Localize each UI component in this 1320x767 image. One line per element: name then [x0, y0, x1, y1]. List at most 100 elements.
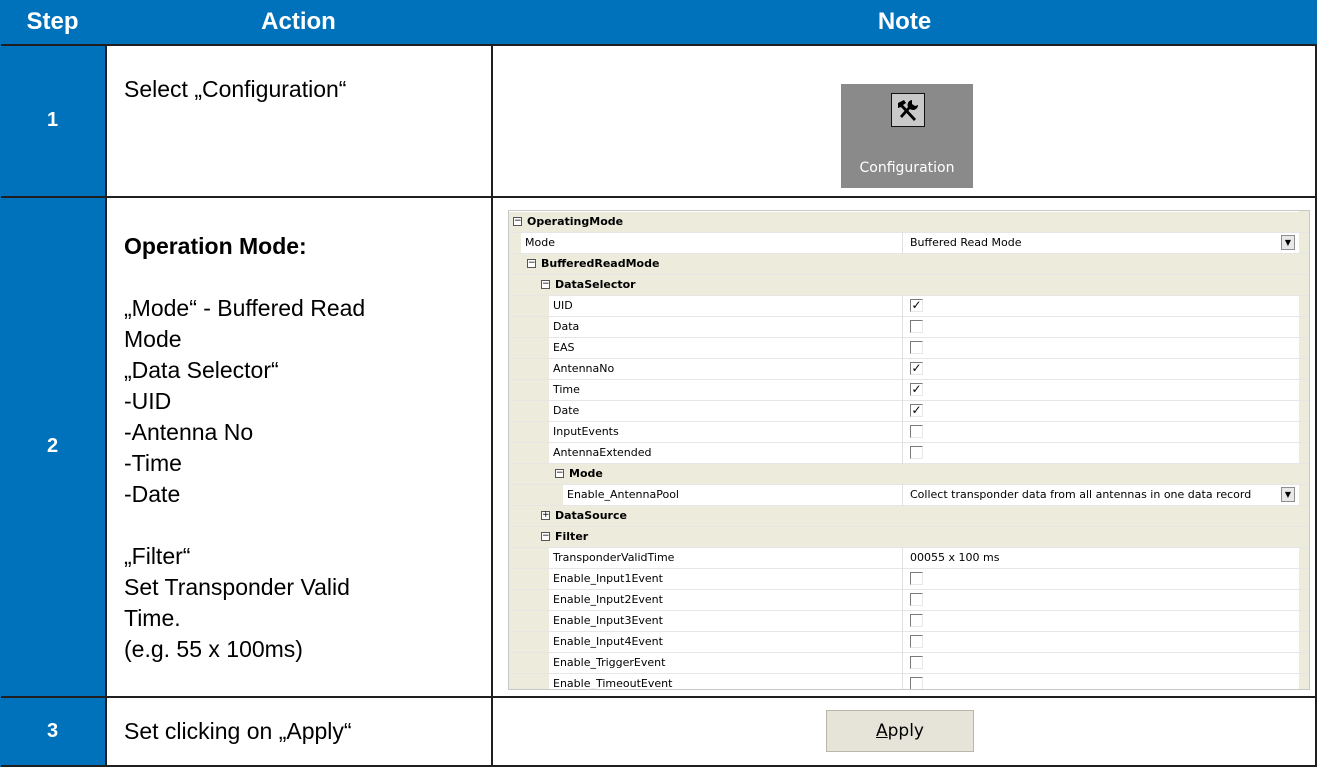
dropdown-arrow-icon[interactable]: ▼	[1281, 235, 1295, 250]
header-action-label: Action	[261, 8, 336, 35]
divider	[0, 44, 1, 767]
property-row[interactable]: AntennaExtended	[509, 443, 1309, 464]
property-category-row[interactable]: − BufferedReadMode	[509, 254, 1309, 275]
step-number-label: 1	[46, 108, 59, 131]
dropdown-arrow-icon[interactable]: ▼	[1281, 487, 1295, 502]
property-name: Date	[553, 404, 580, 417]
checkbox-checked[interactable]: ✓	[910, 299, 923, 312]
property-row[interactable]: Data	[509, 317, 1309, 338]
collapse-icon[interactable]: −	[555, 469, 564, 478]
property-category-row[interactable]: − Filter	[509, 527, 1309, 548]
checkbox-unchecked[interactable]	[910, 572, 923, 585]
column-separator	[902, 611, 903, 632]
property-row[interactable]: Enable_Input1Event	[509, 569, 1309, 590]
property-name: DataSource	[555, 509, 627, 522]
collapse-icon[interactable]: −	[513, 217, 522, 226]
action-text: Set clicking on „Apply“	[124, 718, 352, 744]
collapse-icon[interactable]: −	[541, 532, 550, 541]
property-category-row[interactable]: − OperatingMode	[509, 212, 1309, 233]
checkbox-checked[interactable]: ✓	[910, 362, 923, 375]
property-row-margin	[509, 233, 521, 253]
checkbox-unchecked[interactable]	[910, 677, 923, 689]
property-row[interactable]: Enable_TriggerEvent	[509, 653, 1309, 674]
property-row[interactable]: Date ✓	[509, 401, 1309, 422]
property-value[interactable]: 00055 x 100 ms	[910, 548, 999, 568]
checkbox-unchecked[interactable]	[910, 614, 923, 627]
property-name: AntennaNo	[553, 362, 615, 375]
header-step-label: Step	[26, 8, 79, 35]
checkbox-unchecked[interactable]	[910, 425, 923, 438]
divider	[0, 196, 1317, 198]
divider	[105, 44, 107, 767]
property-row[interactable]: Enable_AntennaPool Collect transponder da…	[509, 485, 1309, 506]
column-separator	[902, 674, 903, 689]
header-step: Step	[0, 0, 105, 44]
property-name: TransponderValidTime	[553, 551, 675, 564]
property-name: Time	[553, 383, 580, 396]
action-text: „Mode“ - Buffered Read Mode „Data Select…	[124, 295, 366, 662]
column-separator	[902, 422, 903, 443]
property-value[interactable]: Collect transponder data from all antenn…	[910, 485, 1251, 505]
checkbox-unchecked[interactable]	[910, 446, 923, 459]
property-name: Mode	[525, 236, 555, 249]
property-category-row[interactable]: − DataSelector	[509, 275, 1309, 296]
collapse-icon[interactable]: −	[541, 280, 550, 289]
property-row[interactable]: Enable_Input2Event	[509, 590, 1309, 611]
property-category-row[interactable]: + DataSource	[509, 506, 1309, 527]
divider	[0, 696, 1317, 698]
column-separator	[902, 359, 903, 380]
property-row[interactable]: EAS	[509, 338, 1309, 359]
column-separator	[902, 401, 903, 422]
checkbox-checked[interactable]: ✓	[910, 383, 923, 396]
property-name: AntennaExtended	[553, 446, 652, 459]
property-row-margin	[509, 380, 549, 400]
property-row-margin	[509, 485, 563, 505]
property-row-margin	[509, 443, 549, 463]
expand-icon[interactable]: +	[541, 511, 550, 520]
header-note: Note	[492, 0, 1317, 44]
configuration-label: Configuration	[859, 160, 955, 176]
column-separator	[902, 569, 903, 590]
property-row[interactable]: Enable_Input3Event	[509, 611, 1309, 632]
apply-label-rest: pply	[887, 721, 924, 741]
property-row-margin	[509, 590, 549, 610]
checkbox-unchecked[interactable]	[910, 320, 923, 333]
checkbox-unchecked[interactable]	[910, 656, 923, 669]
column-separator	[902, 590, 903, 611]
property-row[interactable]: UID ✓	[509, 296, 1309, 317]
property-row[interactable]: Enable_Input4Event	[509, 632, 1309, 653]
step-number-3: 3	[0, 696, 105, 767]
property-row-margin	[509, 401, 549, 421]
apply-button[interactable]: Apply	[826, 710, 974, 752]
column-separator	[902, 632, 903, 653]
property-category-row[interactable]: − Mode	[509, 464, 1309, 485]
checkbox-unchecked[interactable]	[910, 341, 923, 354]
collapse-icon[interactable]: −	[527, 259, 536, 268]
checkbox-unchecked[interactable]	[910, 635, 923, 648]
checkbox-unchecked[interactable]	[910, 593, 923, 606]
column-separator	[902, 296, 903, 317]
property-row-margin	[509, 674, 549, 689]
column-separator	[902, 653, 903, 674]
property-value[interactable]: Buffered Read Mode	[910, 233, 1022, 253]
property-row-margin	[509, 632, 549, 652]
property-grid: − OperatingMode Mode Buffered Read Mode ▼ − Bu…	[508, 210, 1310, 690]
property-row[interactable]: TransponderValidTime 00055 x 100 ms	[509, 548, 1309, 569]
property-row[interactable]: Time ✓	[509, 380, 1309, 401]
column-separator	[902, 485, 903, 506]
property-row[interactable]: AntennaNo ✓	[509, 359, 1309, 380]
configuration-button[interactable]: Configuration	[841, 84, 973, 188]
divider	[1315, 44, 1317, 767]
property-row-margin	[509, 338, 549, 358]
property-name: Enable_Input3Event	[553, 614, 663, 627]
property-row-margin	[509, 569, 549, 589]
property-row[interactable]: Mode Buffered Read Mode ▼	[509, 233, 1309, 254]
wrench-hammer-icon	[891, 93, 925, 127]
checkbox-checked[interactable]: ✓	[910, 404, 923, 417]
property-row[interactable]: Enable_TimeoutEvent	[509, 674, 1309, 689]
property-name: EAS	[553, 341, 575, 354]
property-name: OperatingMode	[527, 215, 624, 228]
step-number-2: 2	[0, 196, 105, 696]
column-separator	[902, 317, 903, 338]
property-row[interactable]: InputEvents	[509, 422, 1309, 443]
